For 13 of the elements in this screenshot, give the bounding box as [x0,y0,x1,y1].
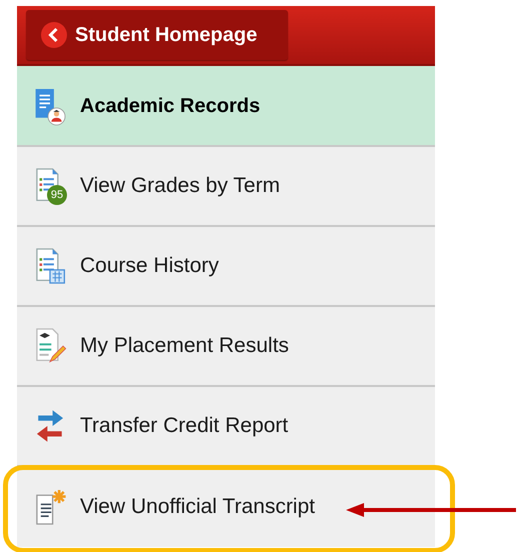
menu-item-label: My Placement Results [80,333,289,360]
menu-item-label: Course History [80,253,219,280]
menu-item[interactable]: Course History [17,227,435,307]
menu-item-label: View Grades by Term [80,173,280,200]
menu-item[interactable]: 95 View Grades by Term [17,147,435,227]
grade-badge: 95 [47,185,67,205]
menu-item[interactable]: Transfer Credit Report [17,387,435,467]
menu-item[interactable]: My Placement Results [17,307,435,387]
menu-item-label: View Unofficial Transcript [80,494,315,520]
back-button[interactable]: Student Homepage [26,10,288,60]
menu-item[interactable]: View Unofficial Transcript [17,467,435,547]
section-heading: Academic Records [80,94,260,118]
menu-item-label: Transfer Credit Report [80,413,288,440]
